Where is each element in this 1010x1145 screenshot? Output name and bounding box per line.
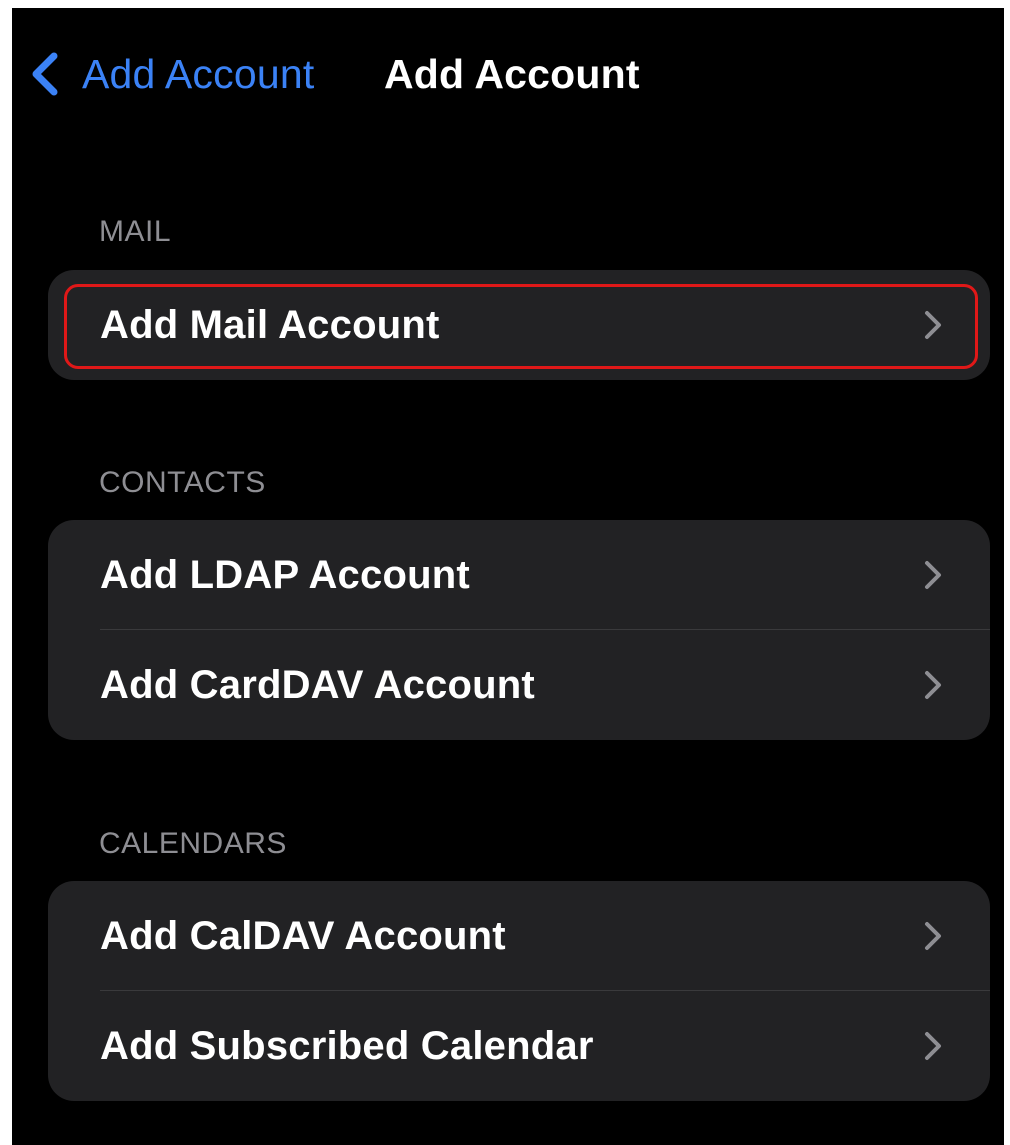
add-caldav-account-row[interactable]: Add CalDAV Account (48, 881, 990, 991)
section-header-calendars: CALENDARS (99, 827, 287, 860)
add-subscribed-calendar-row[interactable]: Add Subscribed Calendar (48, 991, 990, 1101)
add-ldap-account-row[interactable]: Add LDAP Account (48, 520, 990, 630)
section-header-contacts: CONTACTS (99, 466, 266, 499)
add-carddav-account-row[interactable]: Add CardDAV Account (48, 630, 990, 740)
group-contacts: Add LDAP Account Add CardDAV Account (48, 520, 990, 740)
group-mail: Add Mail Account (48, 270, 990, 380)
back-button-label: Add Account (82, 51, 315, 97)
row-label: Add CardDAV Account (100, 662, 535, 707)
back-button[interactable]: Add Account (26, 48, 314, 100)
group-calendars: Add CalDAV Account Add Subscribed Calend… (48, 881, 990, 1101)
chevron-right-icon (925, 671, 941, 699)
chevron-right-icon (925, 561, 941, 589)
chevron-right-icon (925, 922, 941, 950)
row-label: Add Subscribed Calendar (100, 1023, 594, 1068)
settings-screen: Add Account Add Account MAIL Add Mail Ac… (12, 8, 1004, 1145)
row-label: Add LDAP Account (100, 552, 470, 597)
navigation-bar: Add Account Add Account (12, 8, 1004, 138)
row-label: Add Mail Account (100, 302, 440, 347)
page-title: Add Account (384, 51, 640, 97)
chevron-right-icon (925, 311, 941, 339)
section-header-mail: MAIL (99, 215, 172, 248)
chevron-left-icon (26, 48, 66, 100)
chevron-right-icon (925, 1032, 941, 1060)
row-label: Add CalDAV Account (100, 913, 506, 958)
add-mail-account-row[interactable]: Add Mail Account (48, 270, 990, 380)
